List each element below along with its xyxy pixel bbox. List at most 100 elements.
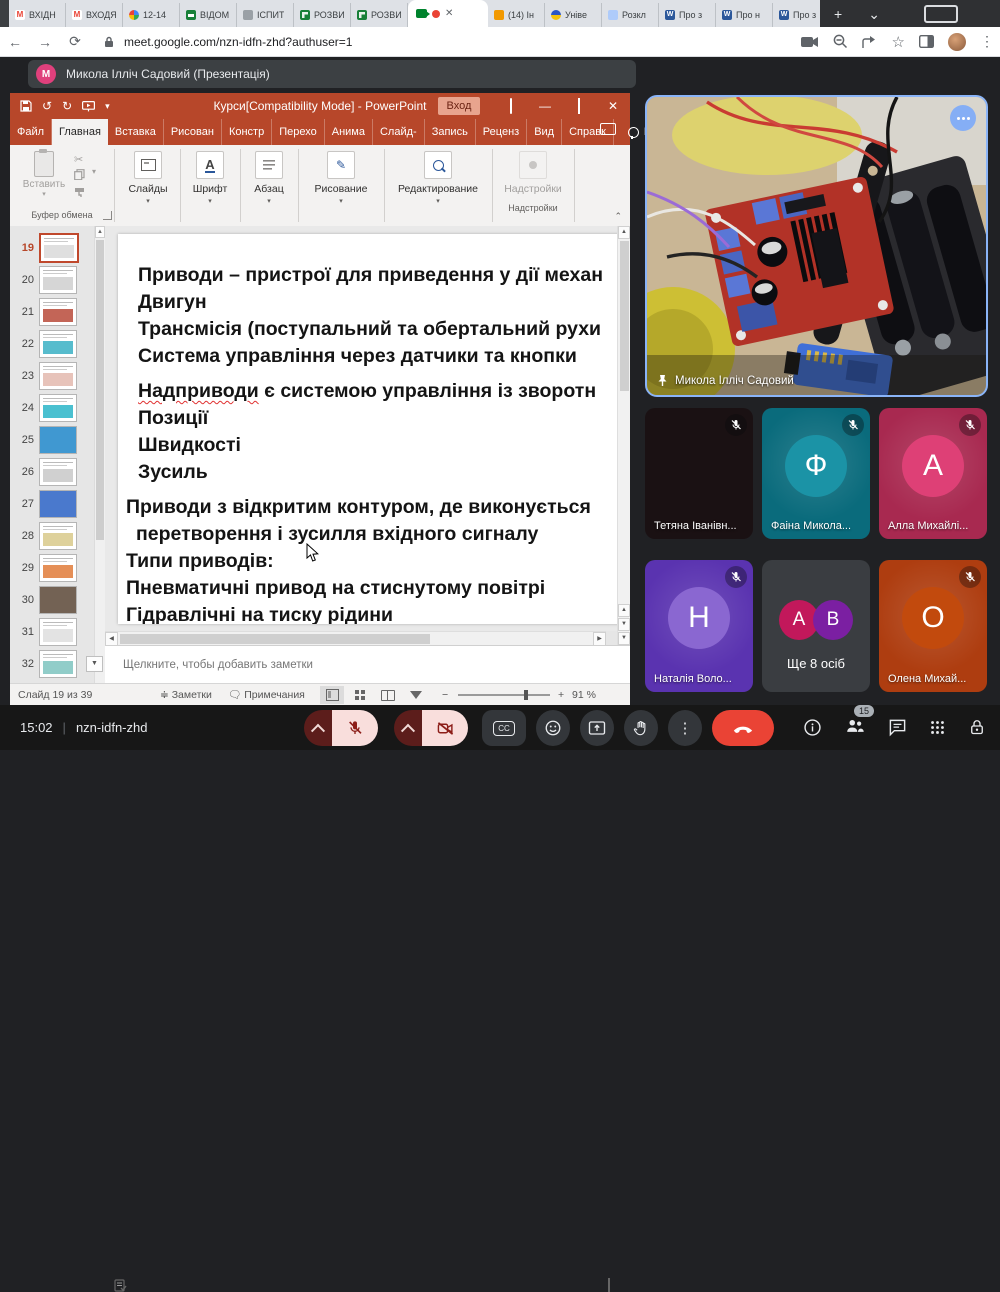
browser-tab[interactable]: ІСПИТ <box>237 3 294 27</box>
mic-toggle-button[interactable] <box>332 710 378 746</box>
browser-menu-icon[interactable]: ⋮ <box>980 33 994 50</box>
zoom-out-button[interactable]: − <box>442 684 448 706</box>
browser-tab[interactable]: РОЗВИ <box>294 3 351 27</box>
browser-tab[interactable]: 12-14 <box>123 3 180 27</box>
browser-tab[interactable]: ВІДОМ <box>180 3 237 27</box>
paragraph-button[interactable]: Абзац▾ <box>246 151 292 205</box>
thumbnail-row[interactable]: 22 <box>10 328 105 360</box>
redo-icon[interactable]: ↻ <box>62 99 72 113</box>
thumbnail-row[interactable]: 20 <box>10 264 105 296</box>
paste-dropdown-chevron-icon[interactable]: ▾ <box>92 167 96 176</box>
thumbnail-row[interactable]: 29 <box>10 552 105 584</box>
more-options-button[interactable]: ⋮ <box>668 710 702 746</box>
slide-19[interactable]: Приводи – пристрої для приведення у дії … <box>118 234 618 624</box>
comments-toggle[interactable]: 🗨 Примечания <box>228 684 305 706</box>
raise-hand-button[interactable] <box>624 710 658 746</box>
save-icon[interactable] <box>20 100 32 112</box>
thumbnail-row[interactable]: 26 <box>10 456 105 488</box>
horizontal-scrollbar[interactable]: ◀ ▶ <box>105 631 606 646</box>
tab-search-chevron-icon[interactable]: ⌄ <box>868 7 880 21</box>
spellcheck-icon[interactable] <box>114 1279 127 1292</box>
thumbnail-row[interactable]: 25 <box>10 424 105 456</box>
zoom-slider[interactable] <box>458 694 550 696</box>
tile-options-icon[interactable] <box>950 105 976 131</box>
quick-access-chevron-icon[interactable]: ▾ <box>105 99 110 113</box>
thumbnail-row[interactable]: 24 <box>10 392 105 424</box>
bookmark-star-icon[interactable]: ☆ <box>892 33 905 51</box>
tab-insert[interactable]: Вставка <box>108 119 164 145</box>
reactions-button[interactable] <box>536 710 570 746</box>
comments-bubble-icon[interactable] <box>600 123 616 135</box>
participant-tile[interactable]: Тетяна Іванівн... <box>645 408 753 539</box>
editing-button[interactable]: Редактирование▾ <box>390 151 486 205</box>
tab-design[interactable]: Констр <box>222 119 272 145</box>
zoom-out-icon[interactable] <box>833 34 848 49</box>
browser-tab[interactable]: MВХОДЯ <box>66 3 123 27</box>
slideshow-button[interactable] <box>404 686 428 704</box>
cut-icon[interactable]: ✂ <box>74 153 83 166</box>
browser-tab[interactable]: (14) Ін <box>488 3 545 27</box>
drawing-button[interactable]: ✎ Рисование▾ <box>304 151 378 205</box>
camera-toggle-button[interactable] <box>422 710 468 746</box>
reload-button[interactable]: ⟳ <box>60 33 90 50</box>
slide-sorter-button[interactable] <box>348 686 372 704</box>
tab-slideshow[interactable]: Слайд- <box>373 119 425 145</box>
notes-toggle[interactable]: ≑ Заметки <box>160 684 212 706</box>
share-icon[interactable] <box>862 35 878 49</box>
browser-tab-active-meet[interactable]: ✕ <box>408 0 488 27</box>
participant-tile[interactable]: А Алла Михайлі... <box>879 408 987 539</box>
thumbnail-scrollbar[interactable]: ▲ <box>94 226 105 683</box>
thumbnail-row[interactable]: 23 <box>10 360 105 392</box>
browser-tab[interactable]: WПро з <box>659 3 716 27</box>
format-painter-icon[interactable] <box>74 187 85 198</box>
zoom-in-button[interactable]: + <box>558 684 564 706</box>
paste-button[interactable]: Вставить ▾ <box>22 151 66 198</box>
overflow-participants-tile[interactable]: А В Ще 8 осіб <box>762 560 870 692</box>
tab-home[interactable]: Главная <box>52 119 108 145</box>
maximize-button[interactable] <box>562 93 596 119</box>
mic-options-chevron[interactable] <box>304 710 332 746</box>
tab-view[interactable]: Вид <box>527 119 562 145</box>
vertical-scrollbar[interactable]: ▲ ▲ ▼ ▼ <box>617 226 630 645</box>
side-panel-icon[interactable] <box>919 35 934 48</box>
participant-tile[interactable]: Н Наталія Воло... <box>645 560 753 692</box>
tab-review[interactable]: Реценз <box>476 119 527 145</box>
host-controls-lock-icon[interactable] <box>968 718 986 737</box>
browser-tab[interactable]: Уніве <box>545 3 602 27</box>
camera-options-chevron[interactable] <box>394 710 422 746</box>
tab-transitions[interactable]: Перехо <box>272 119 325 145</box>
tab-file[interactable]: Файл <box>10 119 52 145</box>
url-text[interactable]: meet.google.com/nzn-idfn-zhd?authuser=1 <box>124 35 352 49</box>
participant-tile[interactable]: Ф Фаіна Микола... <box>762 408 870 539</box>
chat-icon[interactable] <box>888 718 907 737</box>
meeting-info-icon[interactable] <box>803 718 822 737</box>
thumbnail-row[interactable]: 19 <box>10 232 105 264</box>
fit-slide-button[interactable] <box>608 1279 610 1291</box>
thumbnail-row[interactable]: 27 <box>10 488 105 520</box>
forward-button[interactable]: → <box>30 34 60 50</box>
minimize-button[interactable]: — <box>528 93 562 119</box>
notes-pane[interactable]: Щелкните, чтобы добавить заметки <box>105 645 630 684</box>
people-panel-button[interactable]: 15 <box>844 716 866 740</box>
end-call-button[interactable] <box>712 710 774 746</box>
thumbnail-row[interactable]: 30 <box>10 584 105 616</box>
ribbon-display-options-icon[interactable] <box>494 93 528 119</box>
thumbnail-row[interactable]: 31 <box>10 616 105 648</box>
slides-button[interactable]: Слайды▾ <box>122 151 174 205</box>
browser-tab[interactable]: MВХІДН <box>9 3 66 27</box>
tab-record[interactable]: Запись <box>425 119 476 145</box>
participant-tile[interactable]: О Олена Михай... <box>879 560 987 692</box>
present-screen-button[interactable] <box>580 710 614 746</box>
browser-tab[interactable]: РОЗВИ <box>351 3 408 27</box>
new-tab-button[interactable]: + <box>834 7 842 21</box>
thumbnail-row[interactable]: 21 <box>10 296 105 328</box>
normal-view-button[interactable] <box>320 686 344 704</box>
close-button[interactable]: ✕ <box>596 93 630 119</box>
copy-icon[interactable] <box>74 169 85 180</box>
browser-tab[interactable]: Розкл <box>602 3 659 27</box>
undo-icon[interactable]: ↺ <box>42 99 52 113</box>
tab-close-icon[interactable]: ✕ <box>445 9 453 19</box>
presenter-video-tile[interactable]: Микола Ілліч Садовий <box>645 95 988 397</box>
tab-animations[interactable]: Анима <box>325 119 373 145</box>
reading-view-button[interactable] <box>376 686 400 704</box>
